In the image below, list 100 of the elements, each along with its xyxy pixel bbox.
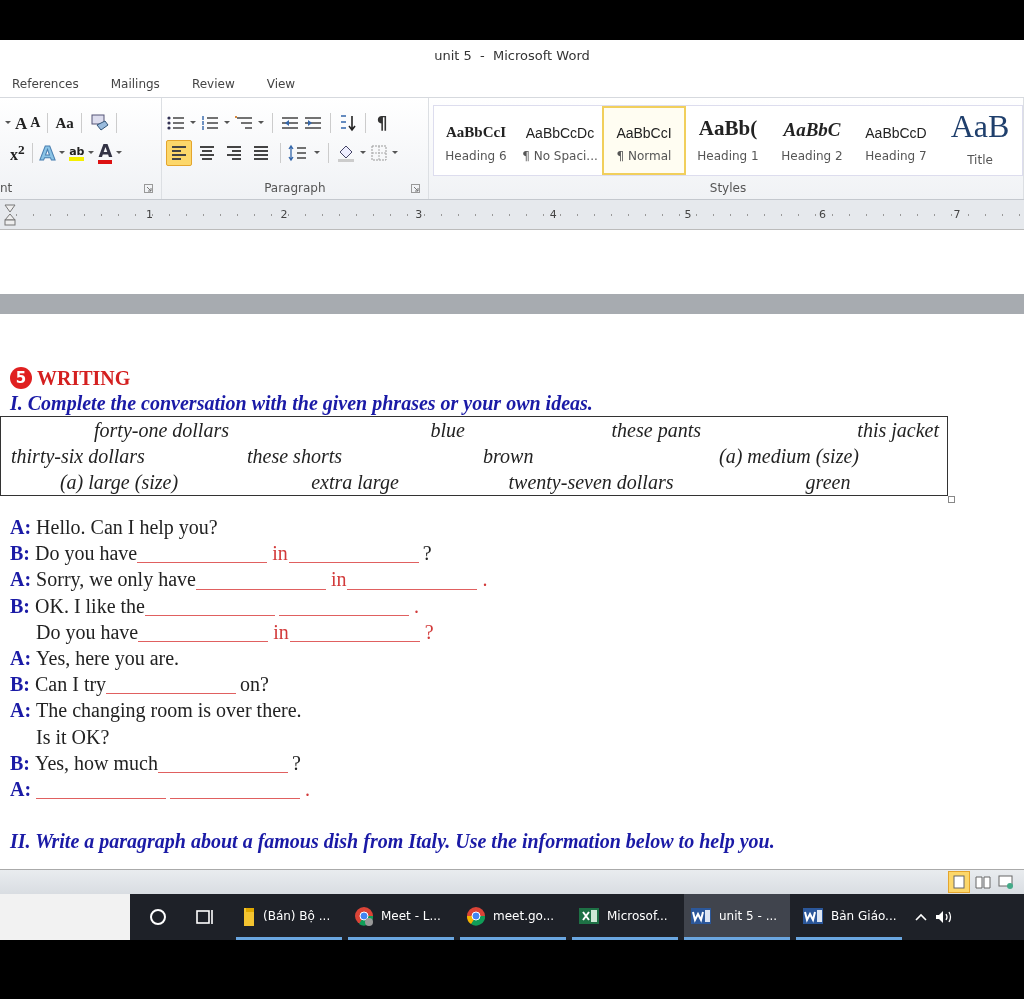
numbering-icon[interactable] <box>199 114 220 132</box>
increase-indent-icon[interactable] <box>302 114 323 132</box>
instruction-text: I. Complete the conversation with the given phrases or your own ideas. <box>10 391 594 416</box>
caret-icon[interactable] <box>188 119 197 127</box>
dialogue-text: Can I try <box>35 673 107 697</box>
grow-font-button[interactable]: A <box>15 114 28 132</box>
align-left-icon[interactable] <box>165 140 192 166</box>
caret-icon[interactable] <box>4 119 12 127</box>
ruler-number: 3 <box>414 208 423 221</box>
dialogue-text: Hello. Can I help you? <box>36 516 218 539</box>
speaker-label: A: <box>10 699 32 723</box>
dialogue-text: Is it OK? <box>36 725 110 749</box>
dialogue-text: in <box>330 568 347 592</box>
word-option: extra large <box>311 470 399 494</box>
dialog-launcher-icon[interactable] <box>143 184 153 193</box>
style-name: ¶ Normal <box>616 148 672 163</box>
word-option: twenty-seven dollars <box>508 470 674 494</box>
dialogue-text: . <box>482 568 488 592</box>
dialogue-text: OK. I like the <box>35 594 145 618</box>
browser-icon <box>465 904 487 927</box>
bullets-icon[interactable] <box>165 114 186 132</box>
search-icon[interactable] <box>148 907 168 927</box>
chevron-up-icon[interactable] <box>914 911 928 923</box>
resize-handle[interactable] <box>948 496 955 503</box>
style-item[interactable]: AaBbCcD Heading 7 <box>854 106 938 175</box>
speaker-label: B: <box>10 673 30 697</box>
taskbar-button[interactable]: unit 5 - ... <box>684 894 790 940</box>
web-layout-icon[interactable] <box>996 872 1016 892</box>
caret-icon[interactable] <box>358 149 367 157</box>
ruler-number: 2 <box>279 208 288 221</box>
dialogue-text: in <box>273 620 289 644</box>
dialogue-text: Sorry, we only have <box>36 568 196 592</box>
instruction-text: II. Write a paragraph about a famous dish from Italy. Use the information below to help you. <box>10 829 776 855</box>
change-case-button[interactable]: Aa <box>55 115 74 131</box>
style-sample: AaBb( <box>698 118 758 141</box>
dialogue-text: ? <box>292 751 301 775</box>
dialogue-text: . <box>305 777 311 801</box>
ribbon-tab[interactable]: Mailings <box>94 73 176 94</box>
browser-icon <box>353 904 375 927</box>
caret-icon[interactable] <box>222 119 231 127</box>
highlight-button[interactable]: ab <box>69 145 85 161</box>
style-sample: AaBbCcI <box>446 122 506 141</box>
style-sample: AaB <box>950 114 1010 145</box>
word-option: green <box>805 470 851 494</box>
group-label: Paragraph <box>264 181 326 195</box>
caret-icon[interactable] <box>115 149 124 157</box>
style-item[interactable]: AaBb( Heading 1 <box>686 106 770 175</box>
multilevel-list-icon[interactable] <box>233 114 254 132</box>
section-heading: WRITING <box>37 366 131 390</box>
style-name: Heading 1 <box>697 148 759 163</box>
style-name: Heading 2 <box>781 148 843 163</box>
style-name: Heading 6 <box>445 148 507 163</box>
speaker-label: A: <box>10 777 32 801</box>
task-view-icon[interactable] <box>194 907 216 927</box>
decrease-indent-icon[interactable] <box>279 114 300 132</box>
style-sample: AaBbCcDc <box>525 123 595 141</box>
word-option: this jacket <box>857 418 939 442</box>
ribbon-tab[interactable]: Review <box>175 73 251 94</box>
show-formatting-button[interactable]: ¶ <box>376 114 388 132</box>
eraser-icon[interactable] <box>88 113 109 133</box>
caret-icon[interactable] <box>256 119 265 127</box>
caret-icon[interactable] <box>58 149 67 157</box>
style-sample: AaBbC <box>783 118 841 141</box>
dialogue-text: The changing room is over there. <box>36 699 302 723</box>
superscript-button[interactable]: x$^{2}$ <box>4 142 25 164</box>
style-sample: AaBbCcD <box>865 123 927 141</box>
ribbon-tab[interactable]: View <box>250 73 312 94</box>
paint-bucket-icon[interactable] <box>335 144 356 162</box>
word-option: blue <box>430 418 465 442</box>
dialogue-text: in <box>272 542 288 566</box>
indent-marker-icon[interactable] <box>4 203 16 226</box>
print-layout-icon[interactable] <box>948 871 970 893</box>
style-item[interactable]: AaBbC Heading 2 <box>770 106 854 175</box>
ribbon-tab[interactable]: References <box>0 73 95 94</box>
dialogue-text: ? <box>424 620 434 644</box>
word-option: (a) large (size) <box>59 470 179 494</box>
shrink-font-button[interactable]: A <box>30 116 41 130</box>
dialogue-text: on? <box>240 673 269 697</box>
caret-icon[interactable] <box>312 149 321 157</box>
ruler-number: 1 <box>145 208 153 221</box>
speaker-label: B: <box>10 594 30 618</box>
word-option: these shorts <box>247 444 342 468</box>
style-item[interactable]: AaB Title <box>938 106 1022 175</box>
style-item[interactable]: AaBbCcDc ¶ No Spaci... <box>518 106 602 175</box>
word-option: brown <box>483 444 534 468</box>
dialogue-text: ? <box>422 542 432 566</box>
caret-icon[interactable] <box>87 149 96 157</box>
word-option: forty-one dollars <box>94 418 229 442</box>
ruler-number: 7 <box>952 208 961 221</box>
speaker-label: A: <box>10 516 32 539</box>
word-option: thirty-six dollars <box>11 444 145 468</box>
section-number-badge: 5 <box>10 367 32 389</box>
font-color-button[interactable]: A <box>98 142 113 164</box>
speaker-label: B: <box>10 542 30 566</box>
caret-icon[interactable] <box>390 149 399 157</box>
dialog-launcher-icon[interactable] <box>411 184 420 193</box>
dialogue-text: Do you have <box>35 542 138 566</box>
style-item[interactable]: AaBbCcI ¶ Normal <box>602 106 686 175</box>
style-item[interactable]: AaBbCcI Heading 6 <box>434 106 518 175</box>
dialogue-text: Yes, here you are. <box>36 646 180 670</box>
